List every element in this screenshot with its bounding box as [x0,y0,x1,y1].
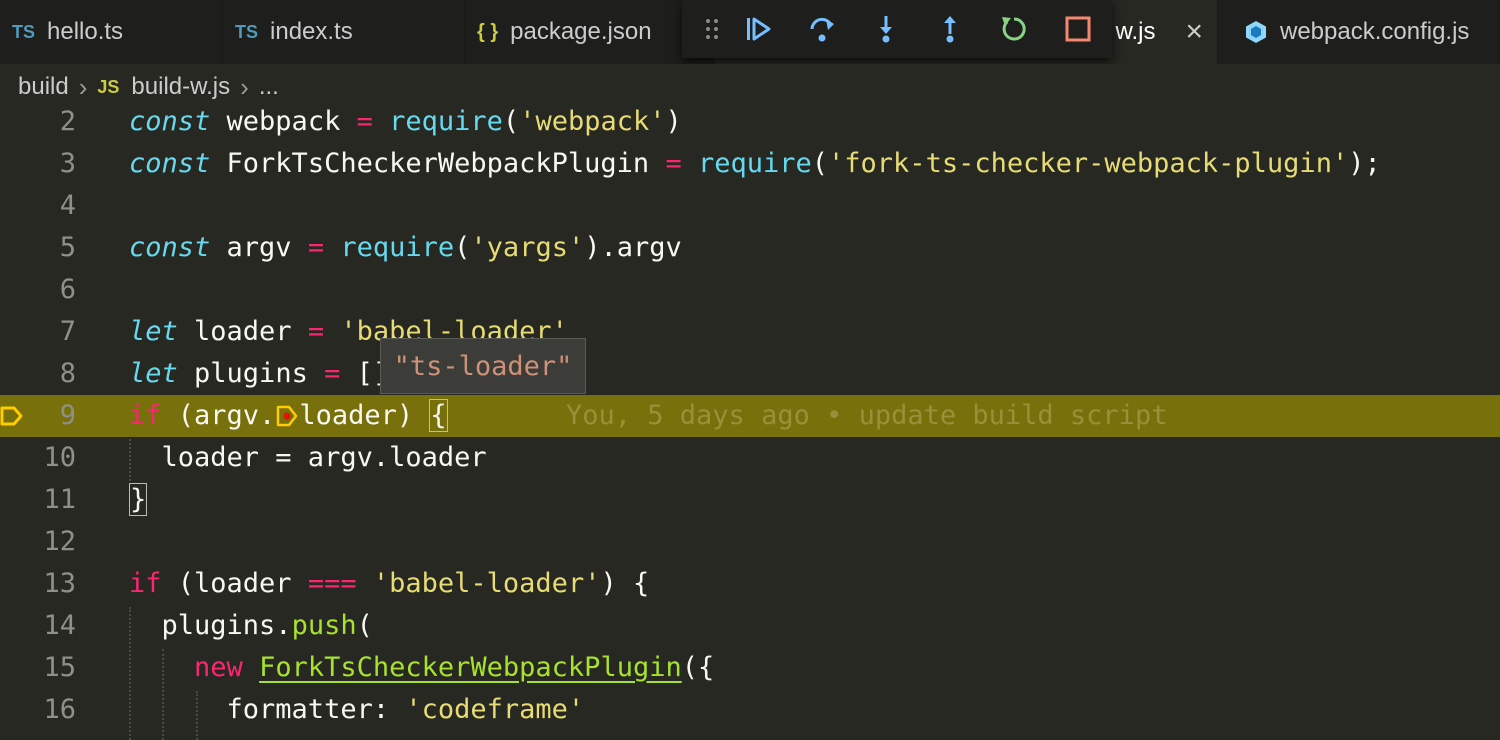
current-execution-line: 9 if (argv. loader) { You, 5 days ago • u… [0,395,1500,437]
line-number: 4 [59,190,76,221]
tab-label: package.json [510,18,652,45]
typescript-file-icon: TS [235,21,259,42]
chevron-right-icon: › [78,71,88,102]
line-number: 15 [43,652,76,683]
line-number: 9 [59,400,76,431]
tab-index-ts[interactable]: TS index.ts [223,0,465,64]
step-over-button[interactable] [790,0,854,58]
restart-icon [1002,17,1026,41]
tab-label: hello.ts [47,18,124,45]
stop-button[interactable] [1046,0,1110,58]
tab-label: webpack.config.js [1280,18,1470,45]
json-file-icon: { } [477,20,499,43]
step-out-icon [944,16,956,43]
drag-handle-icon[interactable] [698,18,726,40]
chevron-right-icon: › [240,71,249,102]
line-number: 5 [59,232,76,263]
hover-value-text: "ts-loader" [393,350,573,382]
line-number: 16 [43,694,76,725]
line-number: 13 [43,568,76,599]
tab-hello-ts[interactable]: TS hello.ts [0,0,223,64]
code-editor[interactable]: 2 const webpack = require('webpack') 3 c… [0,101,1500,740]
code-line: 11 } [0,479,1500,521]
restart-button[interactable] [982,0,1046,58]
code-line: 12 [0,521,1500,563]
code-line: 3 const ForkTsCheckerWebpackPlugin = req… [0,143,1500,185]
line-number: 3 [59,148,76,179]
breadcrumb-folder[interactable]: build [18,73,69,101]
tab-package-json[interactable]: { } package.json [465,0,715,64]
line-number: 7 [59,316,76,347]
code-line: 14 plugins.push( [0,605,1500,647]
code-line: 7 let loader = 'babel-loader' [0,311,1500,353]
continue-button[interactable] [726,0,790,58]
step-into-icon [880,16,892,43]
matching-bracket: } [129,483,148,516]
code-line: 13 if (loader === 'babel-loader') { [0,563,1500,605]
continue-icon [747,17,771,41]
tab-label: w.js [1115,18,1156,45]
code-line: 16 formatter: 'codeframe' [0,689,1500,731]
code-line: 4 [0,185,1500,227]
matching-bracket: { [429,399,448,432]
code-line: 15 new ForkTsCheckerWebpackPlugin({ [0,647,1500,689]
code-line: 6 [0,269,1500,311]
tab-webpack-config-js[interactable]: webpack.config.js [1218,0,1500,64]
breadcrumb-more[interactable]: ... [259,73,279,101]
git-blame-annotation: You, 5 days ago • update build script [566,400,1168,431]
line-number: 2 [59,106,76,137]
breadcrumb-file[interactable]: build-w.js [131,73,230,101]
code-line: 5 const argv = require('yargs').argv [0,227,1500,269]
line-number: 14 [43,610,76,641]
debug-toolbar [682,0,1112,58]
step-out-button[interactable] [918,0,982,58]
close-icon[interactable]: × [1185,15,1203,49]
stop-icon [1065,16,1091,42]
line-number: 6 [59,274,76,305]
tab-label: index.ts [270,18,353,45]
line-number: 12 [43,526,76,557]
code-line: 2 const webpack = require('webpack') [0,101,1500,143]
line-number: 10 [43,442,76,473]
typescript-file-icon: TS [12,21,36,42]
webpack-file-icon [1246,21,1266,43]
code-line: 8 let plugins = [] [0,353,1500,395]
step-over-icon [810,17,834,42]
javascript-file-icon: JS [97,76,120,97]
line-number: 11 [43,484,76,515]
step-into-button[interactable] [854,0,918,58]
inline-breakpoint-icon[interactable] [275,395,299,437]
line-number: 8 [59,358,76,389]
code-line: 10 loader = argv.loader [0,437,1500,479]
debug-hover-value: "ts-loader" [380,338,586,394]
